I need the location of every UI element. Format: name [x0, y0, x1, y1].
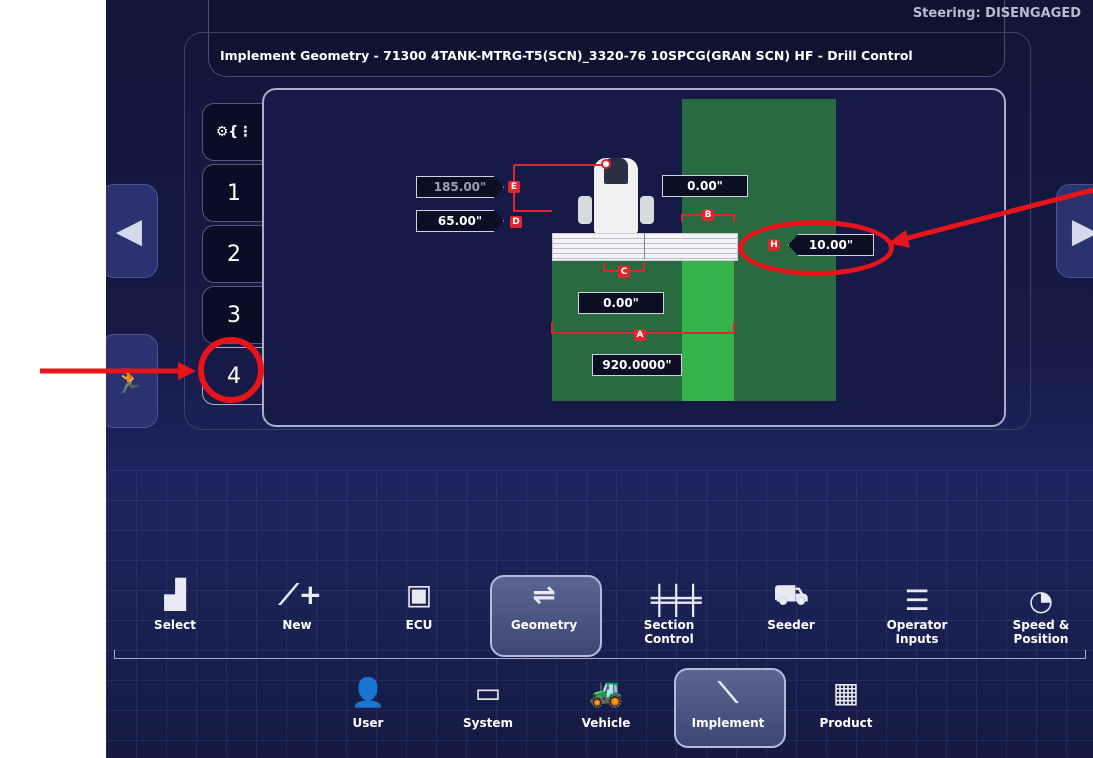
highlight-circle-tab4 — [198, 337, 264, 403]
arrow-H-line — [899, 187, 1093, 243]
arrow-tab4-head — [178, 362, 196, 380]
callout-annotations — [40, 187, 1093, 403]
arrow-H-head — [888, 230, 910, 248]
